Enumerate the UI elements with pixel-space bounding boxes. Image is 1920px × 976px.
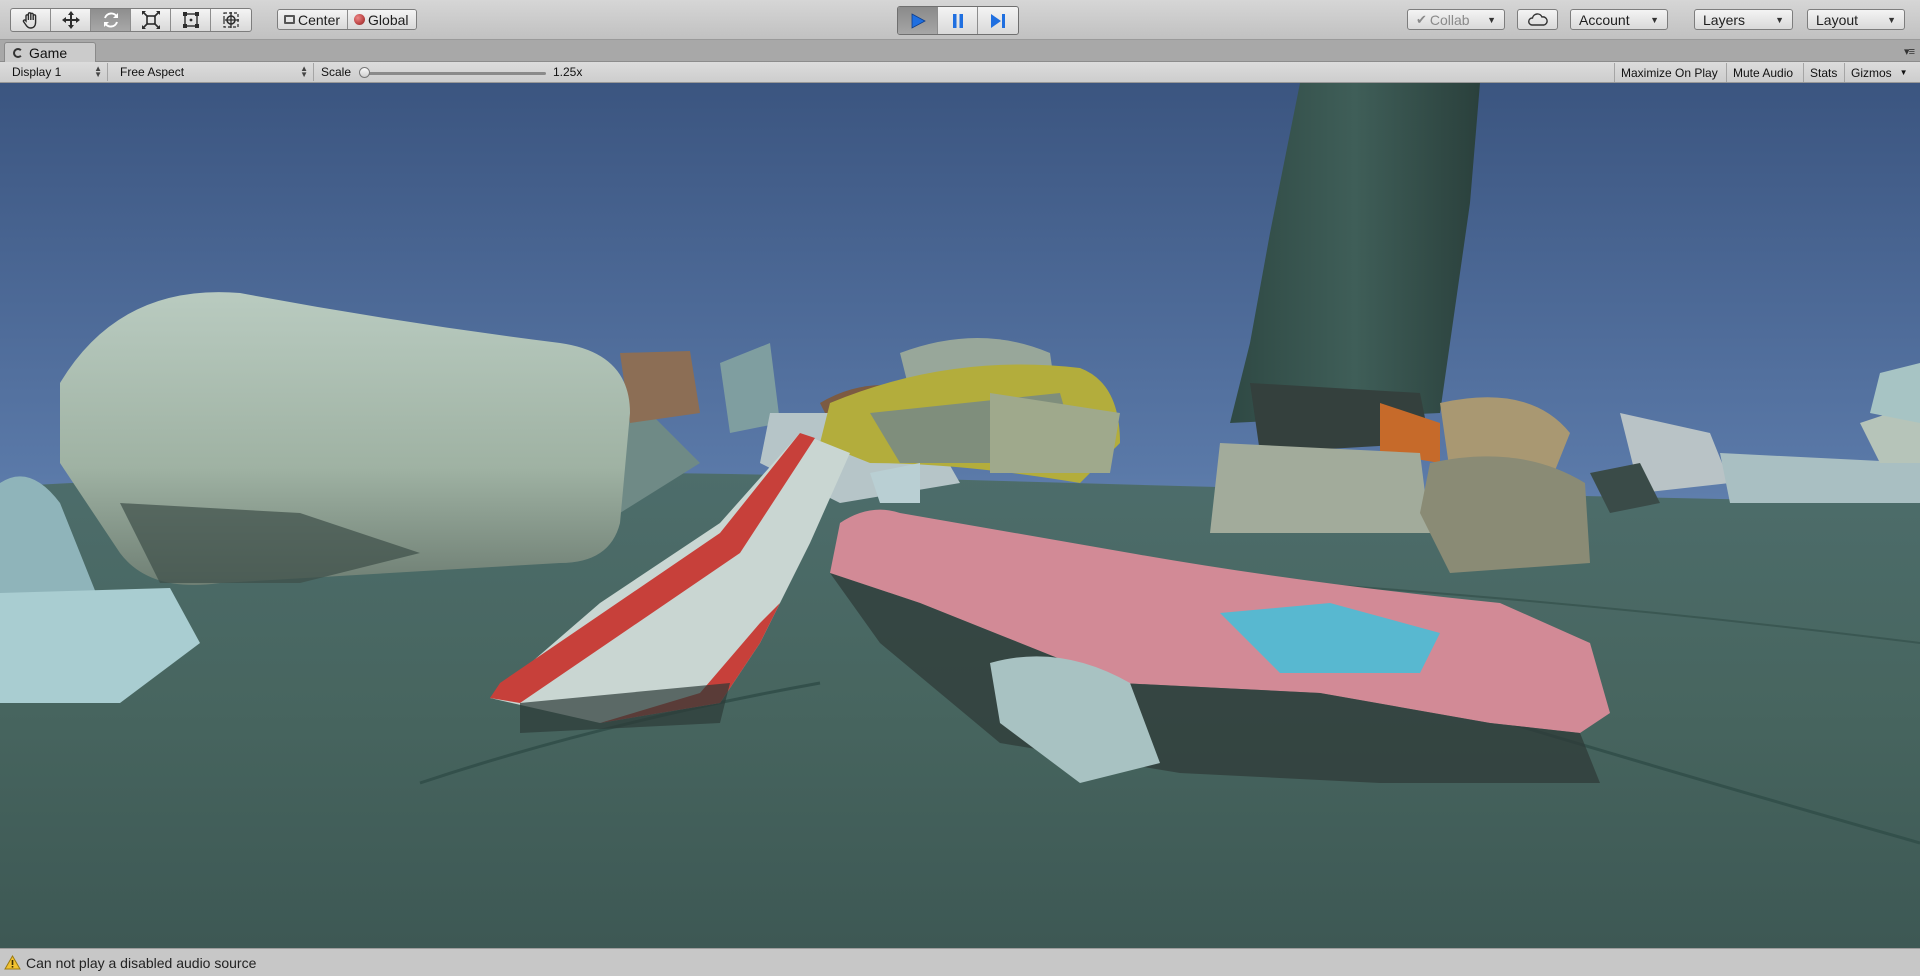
display-dropdown[interactable]: Display 1 ▲ ▼	[6, 63, 108, 81]
dropdown-arrow-icon: ▼	[1887, 14, 1896, 25]
pivot-mode-button[interactable]: Center	[278, 10, 349, 29]
tab-menu-icon[interactable]: ▾≡	[1904, 45, 1915, 58]
scale-icon	[141, 11, 160, 29]
aspect-label: Free Aspect	[120, 65, 185, 79]
hand-tool-button[interactable]	[11, 9, 51, 31]
status-bar[interactable]: Can not play a disabled audio source	[0, 948, 1920, 976]
pivot-controls: Center Global	[277, 9, 417, 30]
pause-icon	[952, 13, 963, 28]
scale-slider-track[interactable]	[364, 72, 546, 75]
scale-slider-handle[interactable]	[359, 67, 370, 78]
step-icon	[991, 13, 1005, 28]
play-controls	[897, 6, 1019, 35]
pivot-mode-label: Center	[298, 11, 341, 28]
play-icon	[911, 12, 926, 29]
rect-transform-icon	[182, 12, 199, 28]
gizmos-dropdown[interactable]: Gizmos ▼	[1844, 63, 1920, 82]
layers-dropdown[interactable]: Layers ▼	[1694, 9, 1793, 30]
pivot-rotation-button[interactable]: Global	[348, 10, 416, 29]
pause-button[interactable]	[938, 7, 978, 34]
game-view-icon	[13, 47, 23, 58]
transform-tool-button[interactable]	[211, 9, 251, 31]
stats-toggle[interactable]: Stats	[1803, 63, 1843, 82]
rotate-icon	[103, 12, 118, 28]
tab-bar: Game ▾≡	[0, 40, 1920, 62]
collab-dropdown[interactable]: ✔ Collab ▼	[1407, 9, 1505, 30]
maximize-on-play-label: Maximize On Play	[1621, 65, 1718, 80]
tab-game[interactable]: Game	[4, 42, 96, 62]
center-icon	[284, 15, 295, 24]
dropdown-arrow-icon: ▼	[1650, 14, 1659, 25]
account-label: Account	[1579, 11, 1630, 28]
updown-arrow-icon: ▲ ▼	[300, 64, 308, 79]
layers-label: Layers	[1703, 11, 1746, 28]
dropdown-arrow-icon: ▼	[1899, 68, 1908, 77]
display-label: Display 1	[12, 65, 62, 79]
account-dropdown[interactable]: Account ▼	[1570, 9, 1668, 30]
scale-value: 1.25x	[553, 65, 583, 79]
maximize-on-play-toggle[interactable]: Maximize On Play	[1614, 63, 1724, 82]
rect-tool-button[interactable]	[171, 9, 211, 31]
globe-icon	[354, 14, 366, 25]
transform-tools	[10, 8, 252, 32]
move-icon	[61, 11, 80, 29]
collab-label: Collab	[1429, 11, 1470, 28]
pivot-rotation-label: Global	[368, 11, 409, 28]
move-tool-button[interactable]	[51, 9, 91, 31]
updown-arrow-icon: ▲ ▼	[94, 64, 102, 79]
dropdown-arrow-icon: ▼	[1487, 14, 1496, 25]
step-button[interactable]	[978, 7, 1018, 34]
hand-icon	[22, 12, 36, 29]
dropdown-arrow-icon: ▼	[1775, 14, 1784, 25]
main-toolbar: Center Global ✔ Collab ▼ Account ▼ Layer…	[0, 0, 1920, 40]
game-view-toolbar: Display 1 ▲ ▼ Free Aspect ▲ ▼ Scale 1.25x …	[0, 62, 1920, 83]
check-icon: ✔	[1416, 11, 1427, 27]
transform-icon	[223, 12, 239, 28]
game-viewport[interactable]	[0, 83, 1920, 948]
layout-dropdown[interactable]: Layout ▼	[1807, 9, 1905, 30]
status-message: Can not play a disabled audio source	[26, 954, 257, 971]
tab-game-label: Game	[29, 44, 68, 61]
scale-tool-button[interactable]	[131, 9, 171, 31]
gizmos-label: Gizmos	[1851, 65, 1892, 80]
aspect-dropdown[interactable]: Free Aspect ▲ ▼	[114, 63, 314, 81]
cloud-button[interactable]	[1517, 9, 1558, 30]
rotate-tool-button[interactable]	[91, 9, 131, 31]
scene-render	[0, 83, 1920, 948]
stats-label: Stats	[1810, 65, 1838, 80]
scale-label: Scale	[321, 65, 352, 79]
cloud-icon	[1527, 12, 1548, 26]
layout-label: Layout	[1816, 11, 1859, 28]
play-button[interactable]	[898, 7, 938, 34]
mute-audio-label: Mute Audio	[1733, 65, 1794, 80]
mute-audio-toggle[interactable]: Mute Audio	[1726, 63, 1799, 82]
warning-icon	[4, 955, 21, 970]
